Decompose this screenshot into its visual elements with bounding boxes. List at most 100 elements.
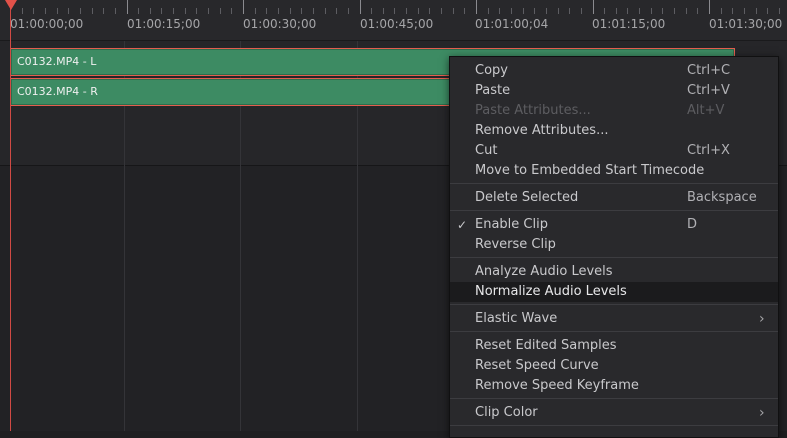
- ruler-major-tick: [593, 0, 594, 14]
- ruler-minor-tick: [383, 8, 384, 14]
- menu-item-label: Remove Speed Keyframe: [475, 378, 639, 393]
- menu-item-label: Elastic Wave: [475, 311, 558, 326]
- ruler-label: 01:00:45;00: [360, 17, 434, 31]
- menu-item-shortcut: Backspace: [687, 190, 757, 205]
- menu-item-delete-selected[interactable]: Delete Selected Backspace: [450, 188, 778, 208]
- menu-separator: [450, 398, 778, 399]
- menu-item-reverse-clip[interactable]: Reverse Clip: [450, 235, 778, 255]
- ruler-minor-tick: [546, 8, 547, 14]
- ruler-minor-tick: [325, 8, 326, 14]
- menu-item-label: Reverse Clip: [475, 237, 556, 252]
- ruler-minor-tick: [418, 8, 419, 14]
- ruler-minor-tick: [173, 8, 174, 14]
- ruler-minor-tick: [196, 8, 197, 14]
- menu-item-cut[interactable]: Cut Ctrl+X: [450, 141, 778, 161]
- ruler-minor-tick: [674, 8, 675, 14]
- menu-item-paste[interactable]: Paste Ctrl+V: [450, 81, 778, 101]
- playhead-marker[interactable]: [5, 0, 17, 10]
- ruler-minor-tick: [290, 8, 291, 14]
- ruler-minor-tick: [161, 8, 162, 14]
- ruler-minor-tick: [686, 8, 687, 14]
- menu-item-label: Analyze Audio Levels: [475, 264, 613, 279]
- ruler-minor-tick: [255, 8, 256, 14]
- ruler-label: 01:01:00;04: [475, 17, 549, 31]
- clip-context-menu: Copy Ctrl+C Paste Ctrl+V Paste Attribute…: [449, 56, 779, 438]
- menu-item-remove-speed-keyframe[interactable]: Remove Speed Keyframe: [450, 376, 778, 396]
- menu-item-elastic-wave[interactable]: Elastic Wave ›: [450, 309, 778, 329]
- ruler-minor-tick: [208, 8, 209, 14]
- menu-item-label: Clip Color: [475, 405, 538, 420]
- menu-item-shortcut: D: [687, 217, 698, 232]
- ruler-minor-tick: [523, 8, 524, 14]
- clip-name: C0132.MP4 - L: [17, 55, 97, 68]
- menu-item-enable-clip[interactable]: ✓ Enable Clip D: [450, 215, 778, 235]
- ruler-minor-tick: [394, 8, 395, 14]
- menu-separator: [450, 210, 778, 211]
- ruler-minor-tick: [756, 8, 757, 14]
- ruler-minor-tick: [138, 8, 139, 14]
- ruler-minor-tick: [464, 8, 465, 14]
- ruler-minor-tick: [604, 8, 605, 14]
- menu-item-shortcut: Alt+V: [687, 103, 725, 118]
- menu-separator: [450, 304, 778, 305]
- ruler-label: 01:00:30;00: [243, 17, 317, 31]
- ruler-major-tick: [709, 0, 710, 14]
- ruler-minor-tick: [651, 8, 652, 14]
- ruler-minor-tick: [185, 8, 186, 14]
- ruler-minor-tick: [499, 8, 500, 14]
- ruler-minor-tick: [767, 8, 768, 14]
- ruler-minor-tick: [80, 8, 81, 14]
- ruler-minor-tick: [732, 8, 733, 14]
- menu-item-copy[interactable]: Copy Ctrl+C: [450, 61, 778, 81]
- menu-item-label: Move to Embedded Start Timecode: [475, 163, 705, 178]
- ruler-major-tick: [127, 0, 128, 14]
- ruler-minor-tick: [453, 8, 454, 14]
- ruler-minor-tick: [721, 8, 722, 14]
- menu-item-move-to-embedded-start-timecode[interactable]: Move to Embedded Start Timecode: [450, 161, 778, 181]
- menu-item-paste-attributes[interactable]: Paste Attributes... Alt+V: [450, 101, 778, 121]
- timeline-ruler[interactable]: 01:00:00;00 01:00:15;00 01:00:30;00 01:0…: [0, 0, 787, 41]
- menu-item-reset-edited-samples[interactable]: Reset Edited Samples: [450, 336, 778, 356]
- menu-item-label: Reset Edited Samples: [475, 338, 617, 353]
- ruler-minor-tick: [558, 8, 559, 14]
- clip-name: C0132.MP4 - R: [17, 85, 98, 98]
- ruler-minor-tick: [266, 8, 267, 14]
- menu-item-clip-color[interactable]: Clip Color ›: [450, 403, 778, 423]
- ruler-minor-tick: [569, 8, 570, 14]
- menu-separator: [450, 183, 778, 184]
- ruler-minor-tick: [371, 8, 372, 14]
- menu-item-normalize-audio-levels[interactable]: Normalize Audio Levels: [450, 282, 778, 302]
- ruler-minor-tick: [33, 8, 34, 14]
- ruler-minor-tick: [336, 8, 337, 14]
- menu-item-shortcut: Ctrl+C: [687, 63, 731, 78]
- menu-item-analyze-audio-levels[interactable]: Analyze Audio Levels: [450, 262, 778, 282]
- menu-item-shortcut: Ctrl+V: [687, 83, 730, 98]
- menu-item-label: Copy: [475, 63, 508, 78]
- menu-item-remove-attributes[interactable]: Remove Attributes...: [450, 121, 778, 141]
- menu-separator: [450, 331, 778, 332]
- menu-item-label: Enable Clip: [475, 217, 548, 232]
- ruler-label: 01:01:30;00: [709, 17, 783, 31]
- menu-item-label: Reset Speed Curve: [475, 358, 599, 373]
- ruler-minor-tick: [150, 8, 151, 14]
- ruler-minor-tick: [511, 8, 512, 14]
- ruler-label: 01:01:15;00: [592, 17, 666, 31]
- ruler-minor-tick: [313, 8, 314, 14]
- ruler-minor-tick: [278, 8, 279, 14]
- ruler-minor-tick: [697, 8, 698, 14]
- playhead-line[interactable]: [10, 0, 11, 431]
- ruler-minor-tick: [441, 8, 442, 14]
- ruler-major-tick: [243, 0, 244, 14]
- ruler-minor-tick: [616, 8, 617, 14]
- ruler-minor-tick: [779, 8, 780, 14]
- ruler-minor-tick: [488, 8, 489, 14]
- ruler-minor-tick: [231, 8, 232, 14]
- menu-item-label: Normalize Audio Levels: [475, 284, 627, 299]
- ruler-minor-tick: [115, 8, 116, 14]
- ruler-minor-tick: [744, 8, 745, 14]
- ruler-major-tick: [476, 0, 477, 14]
- menu-item-reset-speed-curve[interactable]: Reset Speed Curve: [450, 356, 778, 376]
- ruler-minor-tick: [534, 8, 535, 14]
- ruler-minor-tick: [103, 8, 104, 14]
- ruler-label: 01:00:00;00: [10, 17, 84, 31]
